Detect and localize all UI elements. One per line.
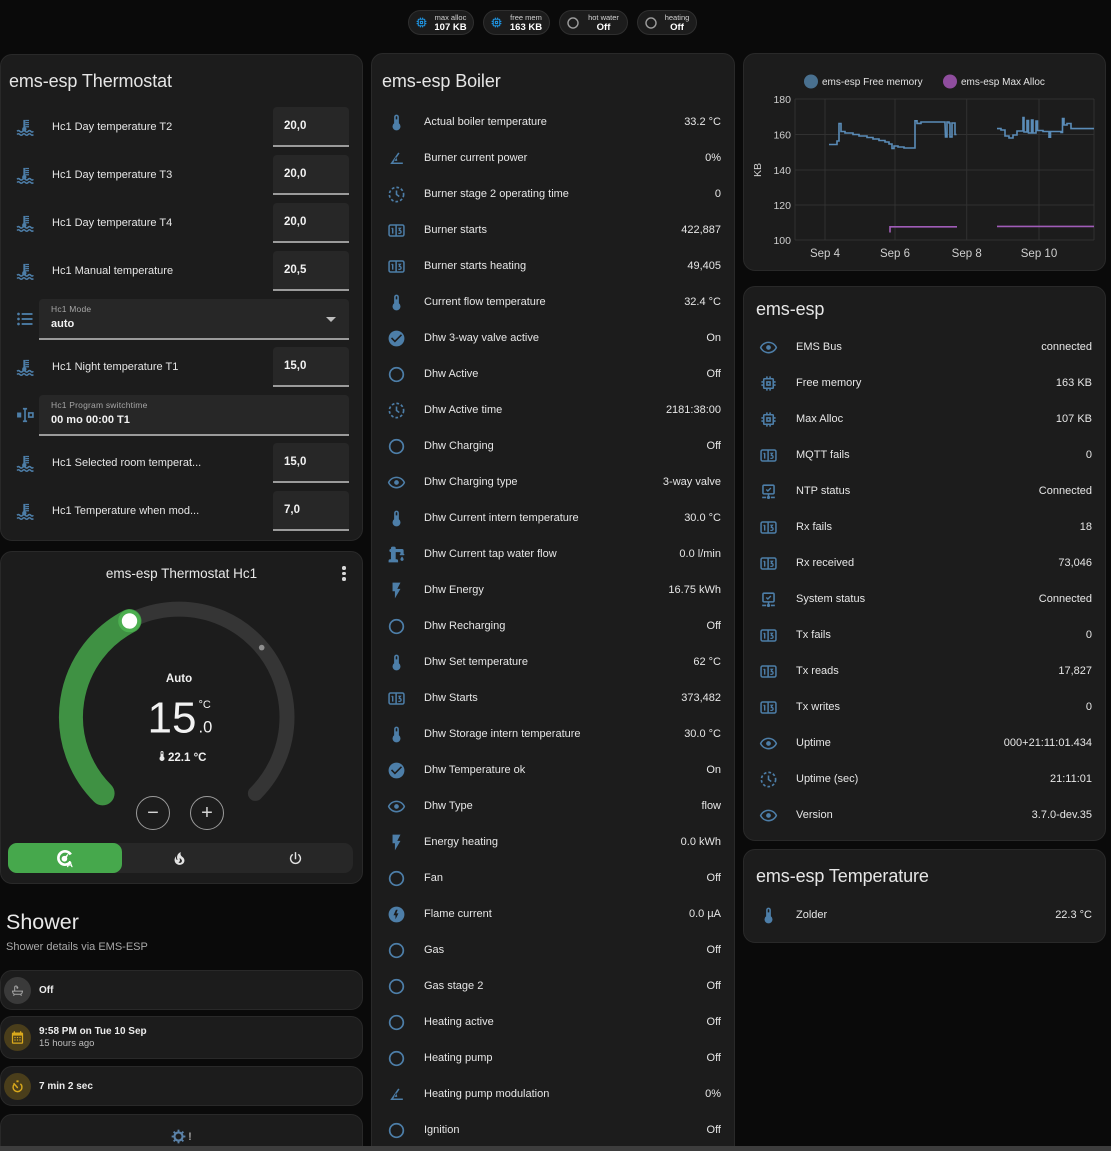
svg-text:Sep 4: Sep 4 [810, 248, 841, 260]
svg-text:120: 120 [773, 200, 791, 212]
svg-text:ems-esp Max Alloc: ems-esp Max Alloc [961, 77, 1045, 88]
svg-text:Sep 10: Sep 10 [1021, 248, 1057, 260]
svg-text:160: 160 [773, 130, 791, 142]
svg-text:.0: .0 [199, 719, 213, 737]
svg-text:22.1 °C: 22.1 °C [168, 752, 206, 764]
svg-text:°C: °C [199, 699, 211, 711]
svg-text:Sep 8: Sep 8 [952, 248, 982, 260]
svg-text:KB: KB [752, 163, 764, 177]
svg-text:Sep 6: Sep 6 [880, 248, 910, 260]
svg-text:180: 180 [773, 94, 791, 106]
svg-text:ems-esp Free memory: ems-esp Free memory [822, 77, 923, 88]
svg-text:Auto: Auto [166, 673, 192, 685]
svg-text:15: 15 [148, 694, 197, 743]
svg-text:140: 140 [773, 165, 791, 177]
svg-text:100: 100 [773, 235, 791, 247]
